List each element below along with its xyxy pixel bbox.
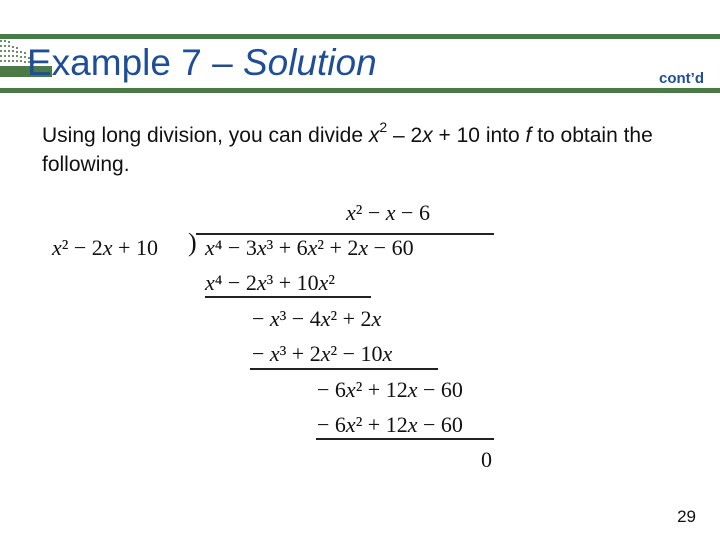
body-text-segment: Using long division, you can divide: [42, 124, 369, 147]
dividend: x⁴ − 3x³ + 6x² + 2x − 60: [205, 235, 414, 260]
step-row: − 6x² + 12x − 60: [317, 412, 463, 437]
header-top-bar: [0, 34, 720, 39]
subtraction-line: [205, 296, 371, 298]
slide-title-italic: Solution: [242, 42, 377, 83]
step-row: − x³ + 2x² − 10x: [252, 341, 393, 366]
slide-title-main: Example 7 –: [27, 42, 243, 83]
step-row: − x³ − 4x² + 2x: [252, 306, 382, 331]
division-bracket: ): [188, 228, 197, 257]
continued-label: cont’d: [659, 70, 704, 87]
body-text-segment: – 2: [387, 124, 423, 147]
body-text-segment: + 10 into: [432, 124, 526, 147]
subtraction-line: [316, 438, 494, 440]
body-paragraph: Using long division, you can divide x2 –…: [42, 119, 682, 179]
remainder: 0: [481, 447, 492, 472]
page-number: 29: [677, 507, 696, 526]
quotient: x² − x − 6: [346, 200, 430, 225]
step-row: − 6x² + 12x − 60: [317, 377, 463, 402]
math-exponent: 2: [379, 119, 388, 135]
divisor: x² − 2x + 10: [52, 235, 158, 260]
subtraction-line: [250, 368, 438, 370]
header-bottom-bar: [0, 88, 720, 93]
math-variable: x: [422, 124, 433, 147]
math-variable: x: [368, 124, 380, 147]
step-row: x⁴ − 2x³ + 10x²: [205, 270, 335, 295]
slide-title: Example 7 – Solution: [27, 40, 377, 86]
